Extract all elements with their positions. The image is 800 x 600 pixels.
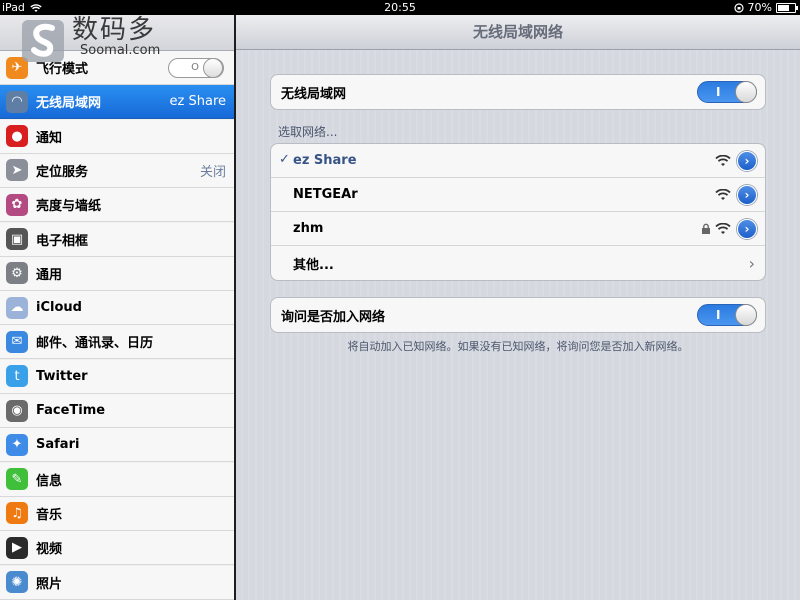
wifi-toggle-group: 无线局域网 I bbox=[270, 74, 766, 110]
sidebar-item-label: Twitter bbox=[36, 368, 88, 384]
wifi-icon: ◠ bbox=[6, 90, 28, 113]
sidebar-item-label: 通用 bbox=[36, 267, 63, 283]
sidebar-item-label: iCloud bbox=[36, 300, 82, 316]
ask-join-group: 询问是否加入网络 I bbox=[270, 297, 766, 333]
sidebar-item[interactable]: ● 通知 bbox=[0, 119, 234, 154]
sidebar-item[interactable]: ▶ 视频 bbox=[0, 531, 234, 566]
sidebar-item[interactable]: ◉ FaceTime bbox=[0, 394, 234, 428]
network-row-zhm[interactable]: zhm › bbox=[271, 212, 765, 246]
wifi-strength-icon bbox=[715, 222, 731, 234]
network-row-ez-share[interactable]: ✓ ez Share › bbox=[271, 144, 765, 178]
detail-disclosure-button[interactable]: › bbox=[737, 184, 757, 205]
ask-join-toggle-switch[interactable]: I bbox=[697, 304, 757, 326]
sidebar-item-label: 邮件、通讯录、日历 bbox=[36, 336, 154, 352]
video-icon: ▶ bbox=[6, 536, 28, 559]
soomal-logo: 数码多 Soomal.com bbox=[20, 16, 160, 64]
sidebar-item-label: 通知 bbox=[36, 130, 63, 146]
wifi-strength-icon bbox=[715, 154, 731, 166]
sidebar-item[interactable]: ▣ 电子相框 bbox=[0, 222, 234, 257]
battery-fill bbox=[778, 4, 790, 11]
sidebar-item-label: Safari bbox=[36, 437, 80, 453]
detail-panel: 无线局域网络 无线局域网 I 选取网络... ✓ ez Share › NETG… bbox=[236, 15, 800, 600]
picture-frame-icon: ▣ bbox=[6, 228, 28, 250]
toggle-on-indicator: I bbox=[716, 308, 721, 322]
toggle-off-indicator: O bbox=[191, 61, 199, 73]
flower-icon: ✿ bbox=[6, 193, 28, 216]
network-list: ✓ ez Share › NETGEAr › zhm › 其他... › bbox=[270, 143, 766, 281]
music-icon: ♫ bbox=[6, 502, 28, 525]
sidebar-item[interactable]: t Twitter bbox=[0, 359, 234, 394]
sidebar-item-label: FaceTime bbox=[36, 403, 106, 418]
sidebar-item[interactable]: ✉ 邮件、通讯录、日历 bbox=[0, 325, 234, 360]
sidebar-item[interactable]: ✿ 亮度与墙纸 bbox=[0, 188, 234, 223]
toggle-knob bbox=[735, 304, 757, 326]
network-name: zhm bbox=[293, 221, 324, 236]
detail-disclosure-button[interactable]: › bbox=[737, 218, 757, 239]
sidebar-item[interactable]: ☁ iCloud bbox=[0, 291, 234, 326]
sidebar-item-label: 音乐 bbox=[36, 507, 63, 523]
settings-sidebar: ✈ 飞行模式 O ◠ 无线局域网 ez Share ● 通知 ➤ 定位服务 关闭 ✿ 亮度与墙纸 ▣ 电子相… bbox=[0, 15, 234, 600]
twitter-icon: t bbox=[6, 365, 28, 388]
sidebar-item-label: 定位服务 bbox=[36, 164, 89, 180]
checkmark-icon: ✓ bbox=[279, 152, 290, 167]
toggle-on-indicator: I bbox=[716, 85, 721, 99]
sidebar-item-label: 亮度与墙纸 bbox=[36, 199, 102, 215]
battery-icon bbox=[776, 2, 798, 13]
status-bar: iPad 20:55 70% bbox=[0, 0, 800, 15]
wifi-strength-icon bbox=[715, 188, 731, 200]
network-name: NETGEAr bbox=[293, 187, 358, 202]
compass-icon: ✦ bbox=[6, 433, 28, 456]
sidebar-item-label: 无线局域网 bbox=[36, 96, 102, 112]
sidebar-item[interactable]: ✦ Safari bbox=[0, 428, 234, 463]
location-icon: ➤ bbox=[6, 159, 28, 182]
sidebar-item-label: 信息 bbox=[36, 473, 63, 489]
choose-network-label: 选取网络... bbox=[278, 125, 338, 139]
ask-join-row: 询问是否加入网络 I bbox=[271, 298, 765, 332]
sunflower-icon: ✺ bbox=[6, 571, 28, 593]
camera-icon: ◉ bbox=[6, 399, 28, 422]
cloud-icon: ☁ bbox=[6, 296, 28, 319]
airplane-mode-toggle[interactable]: O bbox=[168, 57, 224, 78]
toggle-knob bbox=[203, 57, 223, 78]
network-row-other[interactable]: 其他... › bbox=[271, 246, 765, 280]
sidebar-item-label: 电子相框 bbox=[36, 233, 89, 249]
other-network-label: 其他... bbox=[293, 257, 334, 273]
wifi-toggle-switch[interactable]: I bbox=[697, 81, 757, 103]
sidebar-item-value: 关闭 bbox=[199, 164, 226, 180]
sidebar-item[interactable]: ⚙ 通用 bbox=[0, 256, 234, 291]
status-time: 20:55 bbox=[384, 1, 416, 14]
mail-icon: ✉ bbox=[6, 330, 28, 353]
ask-join-label: 询问是否加入网络 bbox=[281, 309, 386, 325]
network-name: ez Share bbox=[293, 153, 357, 168]
lock-icon bbox=[702, 223, 710, 234]
detail-disclosure-button[interactable]: › bbox=[737, 150, 757, 171]
wifi-toggle-label: 无线局域网 bbox=[281, 86, 347, 102]
wifi-toggle-row: 无线局域网 I bbox=[271, 75, 765, 109]
logo-subtitle: Soomal.com bbox=[80, 43, 161, 58]
sidebar-item-label: 照片 bbox=[36, 576, 63, 592]
sidebar-item-value: ez Share bbox=[169, 94, 226, 110]
notification-icon: ● bbox=[6, 125, 28, 148]
status-right: 70% bbox=[733, 1, 798, 14]
ask-join-note: 将自动加入已知网络。如果没有已知网络，将询问您是否加入新网络。 bbox=[347, 340, 689, 353]
sidebar-item[interactable]: ➤ 定位服务 关闭 bbox=[0, 153, 234, 188]
sidebar-item[interactable]: ✺ 照片 bbox=[0, 565, 234, 600]
sidebar-item[interactable]: ♫ 音乐 bbox=[0, 496, 234, 531]
chevron-right-icon: › bbox=[748, 253, 755, 273]
logo-title: 数码多 bbox=[72, 15, 157, 45]
network-row-netgear[interactable]: NETGEAr › bbox=[271, 178, 765, 212]
toggle-knob bbox=[735, 81, 757, 103]
sidebar-item[interactable]: ◠ 无线局域网 ez Share bbox=[0, 85, 234, 120]
sidebar-item[interactable]: ✎ 信息 bbox=[0, 462, 234, 497]
lock-rotation-icon bbox=[733, 2, 744, 13]
message-icon: ✎ bbox=[6, 468, 28, 491]
sidebar-item-label: 视频 bbox=[36, 542, 63, 558]
logo-text: 数码多 Soomal.com bbox=[72, 16, 160, 58]
page-title: 无线局域网络 bbox=[236, 15, 800, 50]
battery-percent: 70% bbox=[747, 1, 772, 14]
gear-icon: ⚙ bbox=[6, 262, 28, 285]
logo-mark-icon bbox=[20, 16, 68, 64]
